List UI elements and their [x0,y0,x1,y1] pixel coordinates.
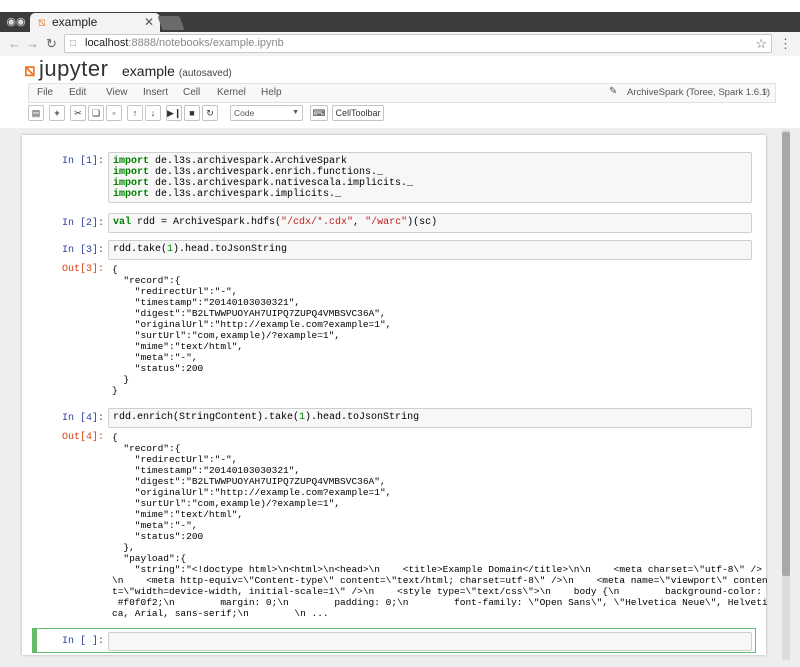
restart-icon[interactable]: ↻ [202,105,218,121]
code-text: rdd.take( [113,244,168,255]
add-cell-icon[interactable]: + [49,105,65,121]
jupyter-favicon-icon: ⧅ [38,15,46,29]
cell-output: { "record":{ "redirectUrl":"-", "timesta… [112,264,392,396]
keyword: import [113,178,150,189]
forward-icon[interactable]: → [26,35,39,53]
keyword: val [113,217,132,228]
code-text: de.l3s.archivespark.implicits._ [149,189,342,200]
close-tab-icon[interactable]: ✕ [144,13,154,32]
move-up-icon[interactable]: ↑ [127,105,143,121]
code-cell-input[interactable] [108,632,752,651]
url-input[interactable]: □ localhost:8888/notebooks/example.ipynb… [64,34,772,53]
menu-file[interactable]: File [37,87,53,98]
code-cell-input[interactable]: import de.l3s.archivespark.ArchiveSpark … [108,152,752,203]
code-cell-input[interactable]: val rdd = ArchiveSpark.hdfs("/cdx/*.cdx"… [108,213,752,233]
logo-text: jupyter [38,56,109,81]
tab-bar: ◉◉ ⧅ example ✕ [0,12,800,32]
keyword: import [113,167,150,178]
code-text: )(sc) [407,217,438,228]
kernel-name[interactable]: ArchiveSpark (Toree, Spark 1.6.1) [627,87,770,98]
chevron-down-icon: ▼ [292,109,299,116]
address-bar: ← → ↻ □ localhost:8888/notebooks/example… [0,32,800,57]
code-text: de.l3s.archivespark.ArchiveSpark [149,156,348,167]
cell-type-value: Code [234,108,255,118]
paste-icon[interactable]: ▫ [106,105,122,121]
bookmark-star-icon[interactable]: ☆ [755,35,767,52]
save-status: (autosaved) [178,68,232,79]
code-text: ).head.toJsonString [173,244,288,255]
menu-help[interactable]: Help [261,87,282,98]
code-text: de.l3s.archivespark.nativescala.implicit… [149,178,414,189]
input-prompt: In [ ]: [61,636,104,647]
keyboard-icon[interactable]: ⌨ [310,105,328,121]
edit-pencil-icon[interactable]: ✎ [609,86,617,97]
output-prompt: Out[4]: [61,432,104,443]
cell-output: { "record":{ "redirectUrl":"-", "timesta… [112,432,768,619]
cell-type-select[interactable]: Code ▼ [230,105,303,121]
run-icon[interactable]: ▶❙ [166,105,182,121]
window-frame [0,0,800,12]
input-prompt: In [3]: [61,245,104,256]
input-prompt: In [1]: [61,156,104,167]
string-literal: "/cdx/*.cdx" [281,217,354,228]
menu-bar: File Edit View Insert Cell Kernel Help ✎… [28,83,776,103]
code-cell-input[interactable]: rdd.enrich(StringContent).take(1).head.t… [108,408,752,428]
code-text: rdd.enrich(StringContent).take( [113,412,300,423]
jupyter-logo[interactable]: ⧅ jupyter [24,56,109,82]
menu-edit[interactable]: Edit [69,87,86,98]
string-literal: "/warc" [365,217,408,228]
notebook-name[interactable]: example [122,63,175,79]
code-text: , [353,217,366,228]
code-text: ).head.toJsonString [305,412,420,423]
copy-icon[interactable]: ❏ [88,105,104,121]
url-host: localhost [85,37,129,49]
jupyter-logo-icon: ⧅ [24,60,36,80]
scrollbar-thumb[interactable] [782,132,790,576]
reload-icon[interactable]: ↻ [46,35,57,53]
menu-insert[interactable]: Insert [143,87,168,98]
new-tab-button[interactable] [157,16,185,30]
input-prompt: In [4]: [61,413,104,424]
kernel-status-icon: ○ [762,86,769,97]
cut-icon[interactable]: ✂ [70,105,86,121]
browser-menu-icon[interactable]: ⋮ [779,35,792,53]
notebook-title[interactable]: example (autosaved) [122,63,232,79]
keyword: import [113,156,150,167]
code-cell-input[interactable]: rdd.take(1).head.toJsonString [108,240,752,260]
celltoolbar-button[interactable]: CellToolbar [332,105,384,121]
menu-view[interactable]: View [106,87,128,98]
tab-title: example [52,15,98,29]
code-text: de.l3s.archivespark.enrich.functions._ [149,167,384,178]
back-icon[interactable]: ← [8,35,21,53]
move-down-icon[interactable]: ↓ [145,105,161,121]
stop-icon[interactable]: ■ [184,105,200,121]
menu-cell[interactable]: Cell [183,87,200,98]
save-icon[interactable]: ▤ [28,105,44,121]
page-info-icon[interactable]: □ [70,35,76,52]
code-text: rdd = ArchiveSpark.hdfs( [131,217,282,228]
keyword: import [113,189,150,200]
browser-tab[interactable]: ⧅ example ✕ [30,13,160,32]
output-prompt: Out[3]: [61,264,104,275]
url-path: :8888/notebooks/example.ipynb [128,37,284,49]
input-prompt: In [2]: [61,218,104,229]
incognito-icon: ◉◉ [6,16,26,28]
menu-kernel[interactable]: Kernel [217,87,246,98]
notebook-header: ⧅ jupyter example (autosaved) [0,56,800,82]
